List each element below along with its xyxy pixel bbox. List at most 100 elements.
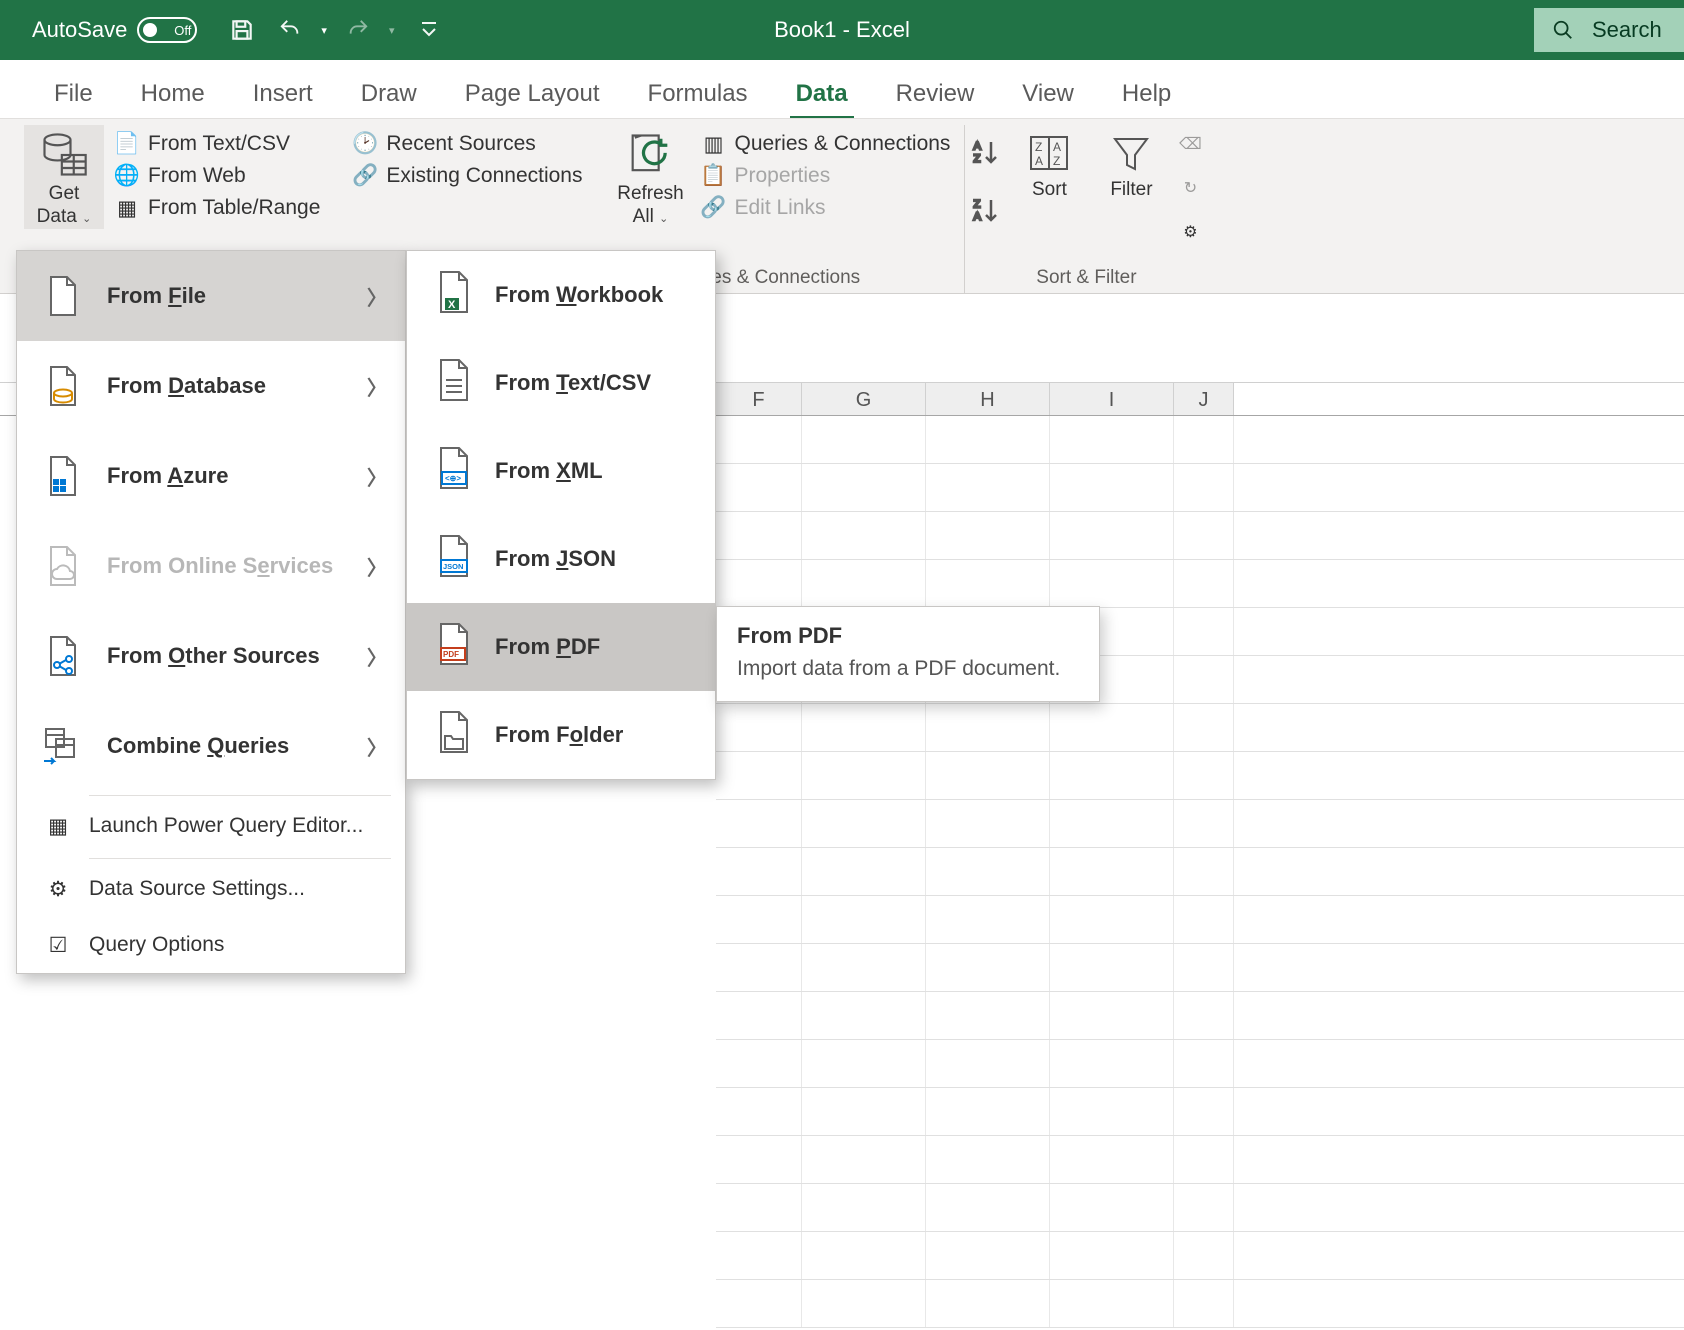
tab-data[interactable]: Data <box>772 66 872 118</box>
submenu-from-text-csv-label: From Text/CSV <box>495 370 651 396</box>
table-row[interactable] <box>716 752 1684 800</box>
autosave-state: Off <box>174 23 191 38</box>
menu-from-database-label: From Database <box>107 373 266 399</box>
filter-button[interactable]: Filter <box>1095 125 1167 202</box>
submenu-from-text-csv[interactable]: From Text/CSV <box>407 339 715 427</box>
from-text-csv-button[interactable]: 📄From Text/CSV <box>114 131 320 157</box>
menu-combine-queries[interactable]: Combine Queries 〉 <box>17 701 405 791</box>
get-data-menu: From File 〉 From Database 〉 From Azure 〉… <box>16 250 406 974</box>
search-box[interactable]: Search <box>1534 8 1684 52</box>
table-row[interactable] <box>716 704 1684 752</box>
sort-asc-icon[interactable]: AZ <box>969 135 1003 169</box>
menu-from-file[interactable]: From File 〉 <box>17 251 405 341</box>
col-header[interactable]: H <box>926 383 1050 415</box>
clear-filter-icon[interactable]: ⌫ <box>1177 131 1203 157</box>
sort-desc-icon[interactable]: ZA <box>969 193 1003 227</box>
tab-home[interactable]: Home <box>117 66 229 118</box>
submenu-from-pdf[interactable]: PDF From PDF <box>407 603 715 691</box>
existing-connections-button[interactable]: 🔗Existing Connections <box>352 163 582 189</box>
table-row[interactable] <box>716 944 1684 992</box>
undo-button[interactable] <box>273 13 307 47</box>
redo-button[interactable] <box>341 13 375 47</box>
existing-connections-label: Existing Connections <box>386 164 582 188</box>
menu-data-source-settings[interactable]: ⚙ Data Source Settings... <box>17 861 405 917</box>
table-row[interactable] <box>716 848 1684 896</box>
table-row[interactable] <box>716 1136 1684 1184</box>
from-text-csv-label: From Text/CSV <box>148 132 290 156</box>
redo-dropdown-icon[interactable]: ▾ <box>389 24 395 37</box>
tab-insert[interactable]: Insert <box>229 66 337 118</box>
col-header[interactable]: G <box>802 383 926 415</box>
tab-view[interactable]: View <box>998 66 1098 118</box>
table-row[interactable] <box>716 896 1684 944</box>
tab-formulas[interactable]: Formulas <box>624 66 772 118</box>
queries-connections-button[interactable]: ▥Queries & Connections <box>700 131 950 157</box>
chevron-right-icon: 〉 <box>367 372 387 401</box>
combine-queries-icon <box>41 724 85 768</box>
submenu-from-folder-label: From Folder <box>495 722 623 748</box>
autosave[interactable]: AutoSave Off <box>32 17 197 43</box>
from-table-range-button[interactable]: ▦From Table/Range <box>114 195 320 221</box>
recent-sources-button[interactable]: 🕑Recent Sources <box>352 131 582 157</box>
cloud-file-icon <box>41 544 85 588</box>
chevron-right-icon: 〉 <box>367 732 387 761</box>
from-table-range-label: From Table/Range <box>148 196 320 220</box>
autosave-toggle[interactable]: Off <box>137 17 197 43</box>
globe-file-icon: 🌐 <box>114 163 140 189</box>
menu-separator <box>89 795 391 796</box>
submenu-from-folder[interactable]: From Folder <box>407 691 715 779</box>
sort-button[interactable]: ZAAZ Sort <box>1013 125 1085 202</box>
table-row[interactable] <box>716 800 1684 848</box>
menu-from-database[interactable]: From Database 〉 <box>17 341 405 431</box>
undo-dropdown-icon[interactable]: ▾ <box>321 24 327 37</box>
submenu-from-json[interactable]: JSON From JSON <box>407 515 715 603</box>
table-row[interactable] <box>716 416 1684 464</box>
properties-label: Properties <box>734 164 830 188</box>
get-data-button[interactable]: GetData ⌄ <box>24 125 104 229</box>
menu-launch-pq-editor[interactable]: ▦ Launch Power Query Editor... <box>17 798 405 854</box>
menu-query-options-label: Query Options <box>89 933 224 957</box>
table-row[interactable] <box>716 1232 1684 1280</box>
col-header[interactable]: I <box>1050 383 1174 415</box>
tab-page-layout[interactable]: Page Layout <box>441 66 624 118</box>
from-web-button[interactable]: 🌐From Web <box>114 163 320 189</box>
search-placeholder: Search <box>1592 17 1662 43</box>
refresh-all-button[interactable]: RefreshAll ⌄ <box>610 125 690 229</box>
table-row[interactable] <box>716 1184 1684 1232</box>
col-header[interactable]: J <box>1174 383 1234 415</box>
qat-customize-icon[interactable] <box>412 13 446 47</box>
menu-query-options[interactable]: ☑ Query Options <box>17 917 405 973</box>
search-icon <box>1552 19 1574 41</box>
save-button[interactable] <box>225 13 259 47</box>
menu-from-azure[interactable]: From Azure 〉 <box>17 431 405 521</box>
table-row[interactable] <box>716 464 1684 512</box>
group-label-sort-filter: Sort & Filter <box>969 267 1203 293</box>
submenu-from-xml[interactable]: <⊕> From XML <box>407 427 715 515</box>
table-row[interactable] <box>716 512 1684 560</box>
tab-draw[interactable]: Draw <box>337 66 441 118</box>
svg-text:PDF: PDF <box>443 650 459 659</box>
file-icon <box>41 274 85 318</box>
submenu-from-workbook[interactable]: X From Workbook <box>407 251 715 339</box>
tab-file[interactable]: File <box>30 66 117 118</box>
col-header[interactable]: F <box>716 383 802 415</box>
sort-box-icon: ZAAZ <box>1025 129 1073 177</box>
reapply-icon[interactable]: ↻ <box>1177 175 1203 201</box>
table-row[interactable] <box>716 1040 1684 1088</box>
table-row[interactable] <box>716 1088 1684 1136</box>
tab-review[interactable]: Review <box>872 66 999 118</box>
table-row[interactable] <box>716 560 1684 608</box>
submenu-from-workbook-label: From Workbook <box>495 282 663 308</box>
pq-editor-icon: ▦ <box>45 813 71 839</box>
table-row[interactable] <box>716 1280 1684 1328</box>
advanced-filter-icon[interactable]: ⚙ <box>1177 219 1203 245</box>
properties-icon: 📋 <box>700 163 726 189</box>
tab-help[interactable]: Help <box>1098 66 1195 118</box>
svg-text:A: A <box>1053 140 1061 154</box>
table-row[interactable] <box>716 992 1684 1040</box>
folder-file-icon <box>433 710 473 760</box>
menu-from-other-sources[interactable]: From Other Sources 〉 <box>17 611 405 701</box>
excel-file-icon: X <box>433 270 473 320</box>
quick-access-toolbar: ▾ ▾ <box>225 13 446 47</box>
get-data-label-2: Data <box>37 206 77 227</box>
